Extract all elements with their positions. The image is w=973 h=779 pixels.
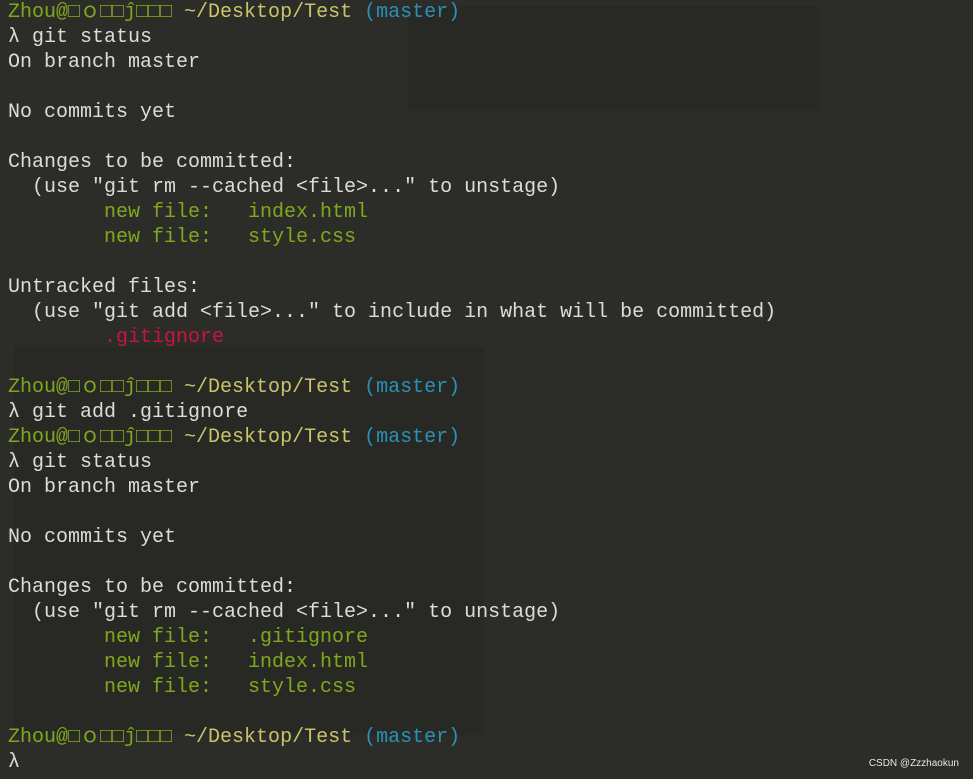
- staged-file: new file: index.html: [8, 651, 369, 674]
- terminal-line: Zhou@□ｏ□□ĵ□□□ ~/Desktop/Test (master): [8, 425, 776, 450]
- prompt-path: ~/Desktop/Test: [184, 426, 353, 449]
- output-text: (use "git rm --cached <file>..." to unst…: [8, 176, 561, 199]
- prompt-user: Zhou@□ｏ□□ĵ□□□: [8, 726, 173, 749]
- prompt-path: ~/Desktop/Test: [184, 726, 353, 749]
- prompt-branch: (master): [364, 376, 461, 399]
- command-text: git status: [32, 451, 153, 474]
- output-text: (use "git rm --cached <file>..." to unst…: [8, 601, 561, 624]
- prompt-user: Zhou@□ｏ□□ĵ□□□: [8, 426, 173, 449]
- terminal-line: No commits yet: [8, 100, 776, 125]
- terminal-line: Changes to be committed:: [8, 150, 776, 175]
- terminal-line: .gitignore: [8, 325, 776, 350]
- output-text: (use "git add <file>..." to include in w…: [8, 301, 777, 324]
- terminal-line: new file: index.html: [8, 650, 776, 675]
- watermark: CSDN @Zzzhaokun: [868, 758, 959, 769]
- staged-file: new file: .gitignore: [8, 626, 369, 649]
- prompt-symbol: λ: [8, 26, 21, 49]
- output-text: No commits yet: [8, 101, 177, 124]
- untracked-file: .gitignore: [8, 326, 225, 349]
- prompt-branch: (master): [364, 426, 461, 449]
- terminal-line: (use "git rm --cached <file>..." to unst…: [8, 175, 776, 200]
- terminal-line: λ git status: [8, 25, 776, 50]
- output-text: On branch master: [8, 476, 201, 499]
- output-text: On branch master: [8, 51, 201, 74]
- prompt-symbol: λ: [8, 451, 21, 474]
- output-text: No commits yet: [8, 526, 177, 549]
- staged-file: new file: index.html: [8, 201, 369, 224]
- terminal-line: new file: .gitignore: [8, 625, 776, 650]
- terminal-line: Zhou@□ｏ□□ĵ□□□ ~/Desktop/Test (master): [8, 375, 776, 400]
- staged-file: new file: style.css: [8, 226, 357, 249]
- terminal-line: Changes to be committed:: [8, 575, 776, 600]
- terminal-line: Zhou@□ｏ□□ĵ□□□ ~/Desktop/Test (master): [8, 0, 776, 25]
- prompt-symbol: λ: [8, 401, 21, 424]
- command-text: git status: [32, 26, 153, 49]
- output-text: Changes to be committed:: [8, 151, 297, 174]
- terminal-line: (use "git rm --cached <file>..." to unst…: [8, 600, 776, 625]
- command-text: git add .gitignore: [32, 401, 249, 424]
- terminal-line: new file: style.css: [8, 225, 776, 250]
- output-text: Changes to be committed:: [8, 576, 297, 599]
- prompt-symbol: λ: [8, 751, 21, 774]
- terminal-line: λ git add .gitignore: [8, 400, 776, 425]
- prompt-user: Zhou@□ｏ□□ĵ□□□: [8, 376, 173, 399]
- terminal-line: (use "git add <file>..." to include in w…: [8, 300, 776, 325]
- staged-file: new file: style.css: [8, 676, 357, 699]
- terminal-line: Untracked files:: [8, 275, 776, 300]
- terminal-line: λ git status: [8, 450, 776, 475]
- prompt-branch: (master): [364, 726, 461, 749]
- prompt-user: Zhou@□ｏ□□ĵ□□□: [8, 1, 173, 24]
- prompt-branch: (master): [364, 1, 461, 24]
- terminal-line: On branch master: [8, 50, 776, 75]
- terminal-line: λ: [8, 750, 776, 775]
- terminal-output[interactable]: Zhou@□ｏ□□ĵ□□□ ~/Desktop/Test (master) λ g…: [8, 0, 776, 775]
- terminal-line: new file: index.html: [8, 200, 776, 225]
- prompt-path: ~/Desktop/Test: [184, 376, 353, 399]
- terminal-line: No commits yet: [8, 525, 776, 550]
- terminal-line: On branch master: [8, 475, 776, 500]
- terminal-line: Zhou@□ｏ□□ĵ□□□ ~/Desktop/Test (master): [8, 725, 776, 750]
- output-text: Untracked files:: [8, 276, 201, 299]
- terminal-line: new file: style.css: [8, 675, 776, 700]
- prompt-path: ~/Desktop/Test: [184, 1, 353, 24]
